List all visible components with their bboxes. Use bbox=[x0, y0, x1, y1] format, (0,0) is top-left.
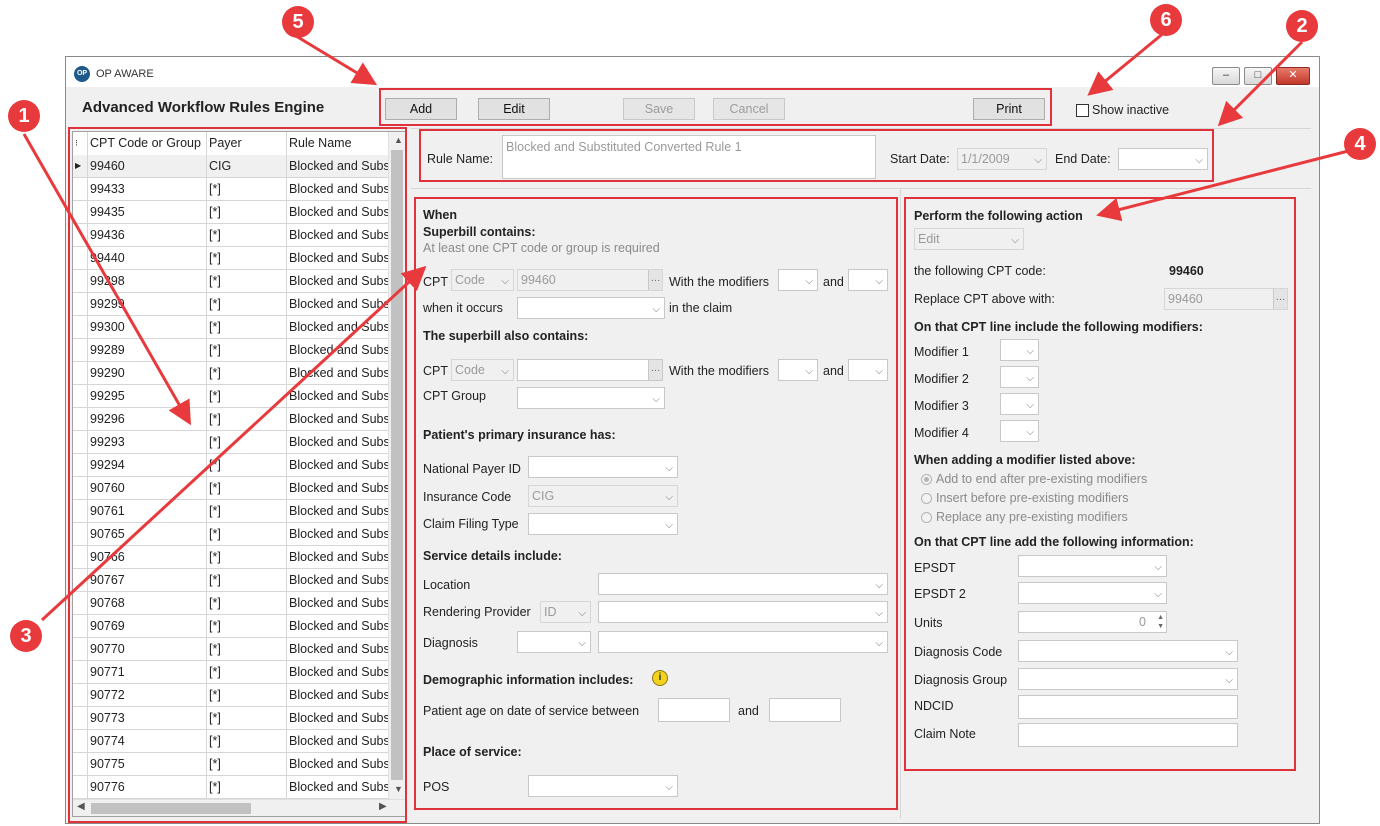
arrow-4 bbox=[1096, 146, 1361, 222]
callout-6: 6 bbox=[1150, 4, 1182, 36]
arrow-1 bbox=[22, 133, 191, 426]
arrow-2 bbox=[1217, 40, 1304, 127]
arrow-6 bbox=[1087, 30, 1166, 96]
annotation-arrows bbox=[22, 30, 1361, 622]
arrow-5 bbox=[295, 34, 378, 86]
arrow-3 bbox=[40, 265, 427, 622]
callout-4: 4 bbox=[1344, 128, 1376, 160]
callout-2: 2 bbox=[1286, 10, 1318, 42]
callout-1: 1 bbox=[8, 100, 40, 132]
callout-5: 5 bbox=[282, 6, 314, 38]
callout-3: 3 bbox=[10, 620, 42, 652]
